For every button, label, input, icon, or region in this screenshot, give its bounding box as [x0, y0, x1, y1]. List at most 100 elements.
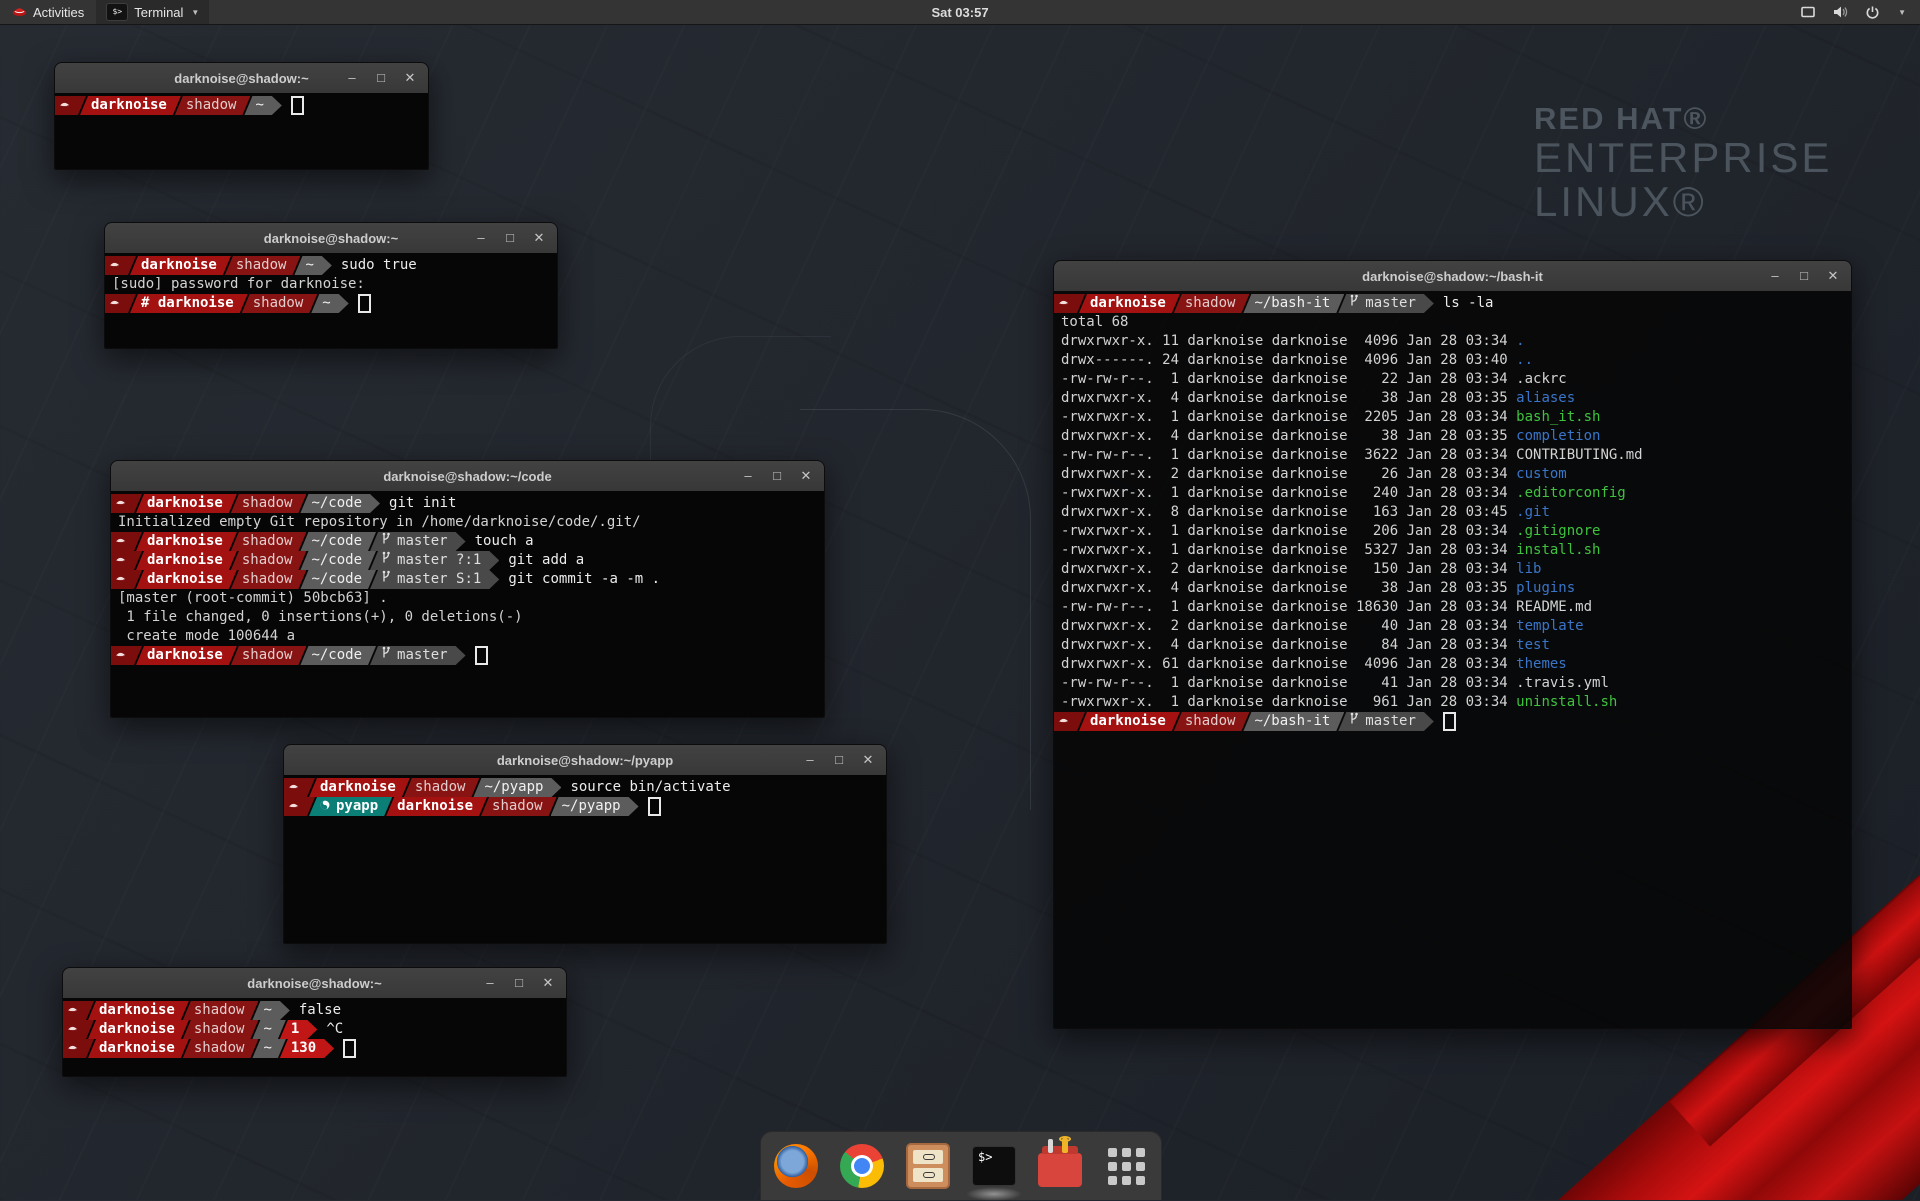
close-button[interactable]: ✕	[862, 745, 874, 775]
window-titlebar[interactable]: darknoise@shadow:~–□✕	[55, 63, 428, 94]
command-text: git add a	[508, 551, 584, 570]
clock[interactable]: Sat 03:57	[0, 5, 1920, 20]
terminal-cursor	[648, 797, 661, 816]
dock-item-toolbox[interactable]	[1037, 1143, 1083, 1189]
terminal-content[interactable]: darknoiseshadow~	[55, 93, 428, 169]
file-name: uninstall.sh	[1516, 693, 1617, 712]
redhat-prompt-icon	[115, 570, 126, 589]
segment-text: ~/code	[311, 570, 362, 589]
minimize-button[interactable]: –	[742, 461, 754, 491]
prompt-segment-user: darknoise	[130, 256, 231, 275]
activities-button[interactable]: Activities	[0, 0, 96, 24]
output-text: create mode 100644 a	[111, 627, 295, 646]
terminal-window: darknoise@shadow:~/pyapp–□✕darknoiseshad…	[283, 744, 887, 944]
maximize-button[interactable]: □	[375, 63, 387, 93]
close-button[interactable]: ✕	[404, 63, 416, 93]
command-text: ^C	[326, 1020, 343, 1039]
terminal-content[interactable]: darknoiseshadow~falsedarknoiseshadow~1^C…	[63, 998, 566, 1076]
app-menu-terminal[interactable]: $> Terminal ▼	[96, 0, 209, 24]
file-listing-row: drwxrwxr-x. 61 darknoise darknoise 4096 …	[1054, 655, 1516, 674]
maximize-button[interactable]: □	[504, 223, 516, 253]
dock-item-terminal[interactable]: $>	[971, 1143, 1017, 1189]
minimize-button[interactable]: –	[1769, 261, 1781, 291]
minimize-button[interactable]: –	[475, 223, 487, 253]
terminal-line: darknoiseshadow~/pyappsource bin/activat…	[284, 778, 886, 797]
segment-text: darknoise	[320, 778, 396, 797]
close-button[interactable]: ✕	[542, 968, 554, 998]
output-text: [master (root-commit) 50bcb63] .	[111, 589, 388, 608]
prompt-segment-path: ~	[294, 256, 331, 275]
maximize-button[interactable]: □	[513, 968, 525, 998]
prompt-segment-host: shadow	[231, 551, 307, 570]
terminal-content[interactable]: darknoiseshadow~/pyappsource bin/activat…	[284, 775, 886, 943]
system-menu-caret-icon: ▼	[1898, 8, 1906, 17]
minimize-button[interactable]: –	[484, 968, 496, 998]
segment-text: 1	[291, 1020, 299, 1039]
segment-text: shadow	[242, 532, 293, 551]
system-status-area[interactable]: ▼	[1800, 0, 1920, 24]
terminal-window: darknoise@shadow:~–□✕darknoiseshadow~sud…	[104, 222, 558, 349]
prompt-segment-user: darknoise	[136, 494, 237, 513]
prompt-segment-user: darknoise	[1079, 712, 1180, 731]
window-titlebar[interactable]: darknoise@shadow:~–□✕	[63, 968, 566, 999]
prompt-segment-user: darknoise	[88, 1020, 189, 1039]
firefox-icon	[774, 1144, 818, 1188]
dock-item-chrome[interactable]	[839, 1143, 885, 1189]
terminal-content[interactable]: darknoiseshadow~/codegit initInitialized…	[111, 491, 824, 717]
prompt-segment-path: ~/code	[300, 570, 376, 589]
top-bar: Activities $> Terminal ▼ Sat 03:57 ▼	[0, 0, 1920, 25]
close-button[interactable]: ✕	[1827, 261, 1839, 291]
terminal-app-icon: $>	[106, 3, 128, 21]
file-listing-row: drwxrwxr-x. 4 darknoise darknoise 84 Jan…	[1054, 636, 1516, 655]
terminal-window: darknoise@shadow:~–□✕darknoiseshadow~	[54, 62, 429, 170]
close-button[interactable]: ✕	[800, 461, 812, 491]
terminal-content[interactable]: darknoiseshadow~sudo true[sudo] password…	[105, 253, 557, 348]
dock-item-firefox[interactable]	[773, 1143, 819, 1189]
window-titlebar[interactable]: darknoise@shadow:~/bash-it–□✕	[1054, 261, 1851, 292]
prompt-segment-user: darknoise	[1079, 294, 1180, 313]
segment-text: shadow	[253, 294, 304, 313]
power-icon	[1865, 5, 1880, 20]
prompt-segment-git-branch: master	[1338, 294, 1434, 313]
prompt-segment-host: shadow	[1174, 294, 1250, 313]
prompt-segment-path: ~	[252, 1001, 289, 1020]
maximize-button[interactable]: □	[771, 461, 783, 491]
terminal-line: -rw-rw-r--. 1 darknoise darknoise 3622 J…	[1054, 446, 1851, 465]
segment-text: ~	[255, 96, 263, 115]
file-listing-row: -rw-rw-r--. 1 darknoise darknoise 3622 J…	[1054, 446, 1516, 465]
segment-text: shadow	[186, 96, 237, 115]
file-name: completion	[1516, 427, 1600, 446]
window-title: darknoise@shadow:~/code	[111, 469, 824, 484]
window-titlebar[interactable]: darknoise@shadow:~–□✕	[105, 223, 557, 254]
command-text: sudo true	[341, 256, 417, 275]
terminal-content[interactable]: darknoiseshadow~/bash-itmasterls -latota…	[1054, 291, 1851, 1028]
minimize-button[interactable]: –	[804, 745, 816, 775]
rhel-logo-line3: LINUX®	[1534, 180, 1832, 224]
window-titlebar[interactable]: darknoise@shadow:~/pyapp–□✕	[284, 745, 886, 776]
top-bar-left: Activities $> Terminal ▼	[0, 0, 209, 24]
dock-item-files[interactable]	[905, 1143, 951, 1189]
toolbox-icon	[1038, 1153, 1082, 1187]
close-button[interactable]: ✕	[533, 223, 545, 253]
maximize-button[interactable]: □	[1798, 261, 1810, 291]
rhel-logo: RED HAT® ENTERPRISE LINUX®	[1534, 102, 1832, 224]
file-name: .ackrc	[1516, 370, 1567, 389]
window-titlebar[interactable]: darknoise@shadow:~/code–□ ✕	[111, 461, 824, 492]
segment-text: shadow	[194, 1039, 245, 1058]
minimize-button[interactable]: –	[346, 63, 358, 93]
terminal-line: drwxrwxr-x. 4 darknoise darknoise 84 Jan…	[1054, 636, 1851, 655]
maximize-button[interactable]: □	[833, 745, 845, 775]
file-name: bash_it.sh	[1516, 408, 1600, 427]
segment-text: pyapp	[336, 797, 378, 816]
segment-text: ~	[263, 1001, 271, 1020]
terminal-line: 1 file changed, 0 insertions(+), 0 delet…	[111, 608, 824, 627]
terminal-line: darknoiseshadow~	[55, 96, 428, 115]
dock-item-app-grid[interactable]	[1103, 1143, 1149, 1189]
terminal-cursor	[343, 1039, 356, 1058]
command-text: false	[299, 1001, 341, 1020]
app-grid-dot	[1122, 1148, 1131, 1157]
segment-text: shadow	[236, 256, 287, 275]
file-listing-row: drwxrwxr-x. 2 darknoise darknoise 150 Ja…	[1054, 560, 1516, 579]
file-listing-row: drwxrwxr-x. 2 darknoise darknoise 40 Jan…	[1054, 617, 1516, 636]
redhat-prompt-icon	[67, 1020, 78, 1039]
